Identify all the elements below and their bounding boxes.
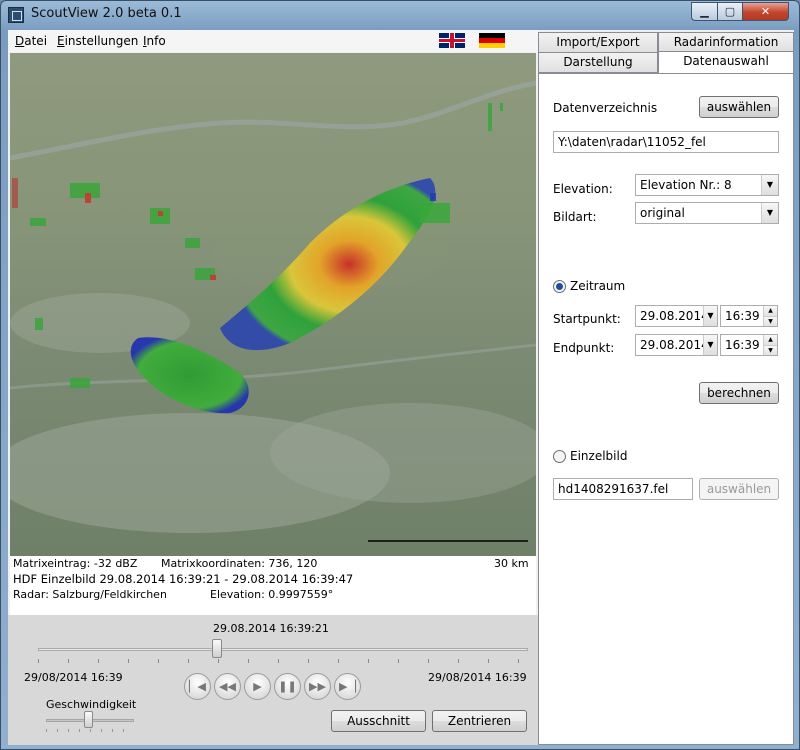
bildart-label: Bildart: — [553, 210, 597, 224]
chevron-down-icon: ▼ — [703, 306, 717, 326]
time-slider-ticks — [38, 659, 528, 663]
einzelbild-label[interactable]: Einzelbild — [570, 449, 627, 463]
radar-text: Radar: Salzburg/Feldkirchen — [13, 588, 167, 601]
playback-controls: 29.08.2014 16:39:21 29/08/2014 16:39 29/… — [8, 615, 538, 745]
speed-label: Geschwindigkeit — [46, 698, 137, 711]
tab-datenauswahl[interactable]: Datenauswahl — [658, 51, 794, 74]
last-icon: ▶▕ — [339, 680, 356, 693]
time-slider-thumb[interactable] — [212, 639, 222, 658]
fast-forward-button[interactable]: ▶▶ — [304, 673, 331, 700]
tab-darstellung[interactable]: Darstellung — [538, 52, 658, 73]
uk-flag-icon[interactable] — [439, 33, 465, 48]
zeitraum-radio[interactable] — [553, 280, 566, 293]
endpunkt-label: Endpunkt: — [553, 341, 615, 355]
scale-label: 30 km — [494, 557, 529, 570]
zeitraum-label[interactable]: Zeitraum — [570, 279, 625, 293]
end-date-picker[interactable]: 29.08.2014 ▼ — [635, 334, 718, 356]
zentrieren-button[interactable]: Zentrieren — [432, 710, 527, 732]
rewind-button[interactable]: ◀◀ — [214, 673, 241, 700]
hdf-text: HDF Einzelbild 29.08.2014 16:39:21 - 29.… — [13, 572, 354, 586]
time-slider-track[interactable] — [38, 648, 528, 651]
fast-forward-icon: ▶▶ — [309, 680, 326, 693]
elevation-select[interactable]: Elevation Nr.: 8 ▼ — [635, 174, 779, 196]
close-button[interactable]: ✕ — [742, 2, 789, 21]
pause-button[interactable]: ❚❚ — [274, 673, 301, 700]
tab-strip: Import/Export Radarinformation Darstellu… — [538, 30, 794, 74]
menu-info[interactable]: Info — [143, 34, 166, 48]
chevron-up-icon[interactable]: ▲ — [763, 306, 777, 316]
elevation-text: Elevation: 0.9997559° — [210, 588, 334, 601]
tab-import-export[interactable]: Import/Export — [538, 32, 658, 53]
first-frame-button[interactable]: ▏◀ — [184, 673, 211, 700]
matrixeintrag-text: Matrixeintrag: -32 dBZ — [13, 557, 138, 570]
speed-slider-ticks — [46, 729, 134, 732]
elevation-select-value: Elevation Nr.: 8 — [640, 178, 732, 192]
start-date-picker[interactable]: 29.08.2014 ▼ — [635, 305, 718, 327]
info-panel: Matrixeintrag: -32 dBZ Matrixkoordinaten… — [10, 556, 536, 615]
menu-einstellungen[interactable]: Einstellungen — [57, 34, 138, 48]
chevron-down-icon: ▼ — [761, 175, 778, 195]
last-frame-button[interactable]: ▶▕ — [334, 673, 361, 700]
maximize-button[interactable]: ▢ — [717, 2, 743, 21]
speed-slider-thumb[interactable] — [84, 711, 93, 728]
end-date-value: 29.08.2014 — [640, 338, 709, 352]
chevron-down-icon[interactable]: ▼ — [763, 345, 777, 355]
radar-map[interactable] — [10, 53, 536, 556]
first-icon: ▏◀ — [189, 680, 206, 693]
berechnen-button[interactable]: berechnen — [699, 382, 779, 404]
menu-bar: Datei Einstellungen Info — [8, 30, 538, 52]
select-file-button-disabled: auswählen — [699, 478, 779, 500]
start-time-stepper[interactable]: 16:39 ▲ ▼ — [720, 305, 778, 327]
current-timestamp: 29.08.2014 16:39:21 — [213, 622, 329, 635]
datenauswahl-pane: Datenverzeichnis auswählen Y:\daten\rada… — [538, 73, 794, 745]
rewind-icon: ◀◀ — [219, 680, 236, 693]
play-icon: ▶ — [253, 680, 262, 693]
end-time-stepper[interactable]: 16:39 ▲ ▼ — [720, 334, 778, 356]
pause-icon: ❚❚ — [278, 680, 297, 693]
start-datetime: 29/08/2014 16:39 — [24, 671, 123, 684]
end-time-value: 16:39 — [725, 338, 760, 352]
ausschnitt-button[interactable]: Ausschnitt — [331, 710, 426, 732]
app-window: ScoutView 2.0 beta 0.1 ▁ ▢ ✕ Datei Einst… — [0, 0, 800, 750]
title-bar[interactable]: ScoutView 2.0 beta 0.1 ▁ ▢ ✕ — [1, 1, 799, 29]
einzelbild-radio[interactable] — [553, 450, 566, 463]
start-time-value: 16:39 — [725, 309, 760, 323]
radar-map-image — [10, 53, 536, 556]
elevation-label: Elevation: — [553, 182, 613, 196]
directory-path-field[interactable]: Y:\daten\radar\11052_fel — [553, 131, 779, 153]
chevron-down-icon: ▼ — [703, 335, 717, 355]
start-date-value: 29.08.2014 — [640, 309, 709, 323]
chevron-up-icon[interactable]: ▲ — [763, 335, 777, 345]
play-button[interactable]: ▶ — [244, 673, 271, 700]
bildart-select-value: original — [640, 206, 685, 220]
datenverzeichnis-label: Datenverzeichnis — [553, 101, 658, 115]
window-title: ScoutView 2.0 beta 0.1 — [31, 6, 182, 21]
bildart-select[interactable]: original ▼ — [635, 202, 779, 224]
menu-datei[interactable]: Datei — [15, 34, 47, 48]
einzelbild-file-field[interactable]: hd1408291637.fel — [553, 478, 693, 500]
chevron-down-icon: ▼ — [761, 203, 778, 223]
german-flag-icon[interactable] — [479, 33, 505, 48]
client-area: Datei Einstellungen Info Matrixeintrag: … — [8, 30, 794, 745]
minimize-button[interactable]: ▁ — [691, 2, 718, 21]
app-icon — [8, 7, 24, 23]
tab-radarinformation[interactable]: Radarinformation — [658, 32, 794, 53]
startpunkt-label: Startpunkt: — [553, 312, 621, 326]
select-directory-button[interactable]: auswählen — [699, 96, 779, 118]
matrixkoordinaten-text: Matrixkoordinaten: 736, 120 — [161, 557, 318, 570]
chevron-down-icon[interactable]: ▼ — [763, 316, 777, 326]
end-datetime: 29/08/2014 16:39 — [428, 671, 527, 684]
